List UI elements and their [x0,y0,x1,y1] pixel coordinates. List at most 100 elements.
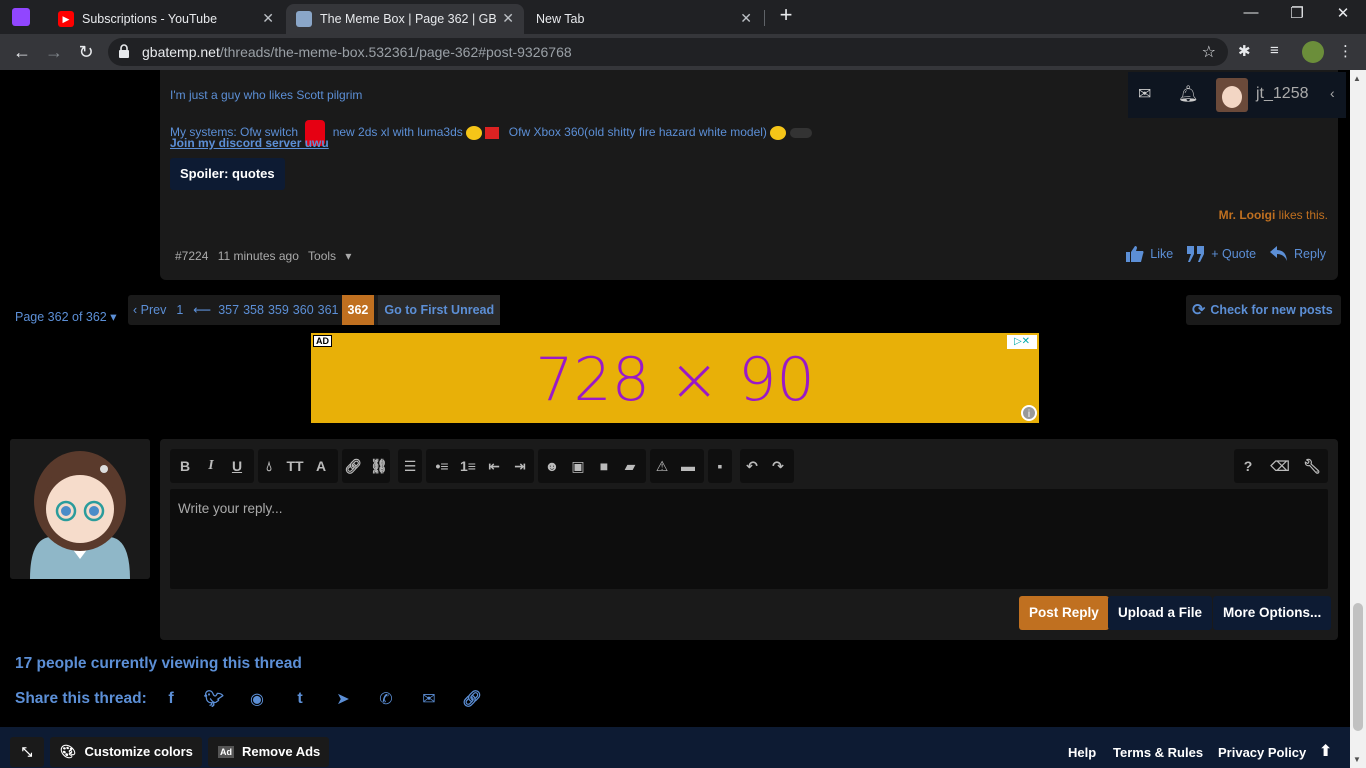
discord-link[interactable]: Join my discord server uwu [170,136,329,150]
image-icon[interactable]: ▣ [566,449,590,483]
spoiler-warning-icon[interactable]: ⚠ [650,449,674,483]
info-icon[interactable]: i [1021,405,1037,421]
avatar[interactable] [1216,78,1248,112]
outdent-icon[interactable]: ⇤ [482,449,506,483]
terms-link[interactable]: Terms & Rules [1113,745,1203,760]
quote-bubble-icon[interactable]: ▰ [618,449,642,483]
restore-button[interactable]: ❐ [1282,4,1312,22]
back-button[interactable]: ← [10,41,34,63]
text-color-icon[interactable]: 💧︎ [257,449,281,483]
chevron-left-icon[interactable]: ‹ [1330,85,1335,101]
tab-gbatemp[interactable]: The Meme Box | Page 362 | GBAtemp.net ✕ [286,4,524,34]
quote-button[interactable]: + Quote [1187,246,1256,262]
post-number[interactable]: #7224 [175,249,208,263]
close-tab-icon[interactable]: ✕ [740,10,752,27]
underline-icon[interactable]: U [225,449,249,483]
envelope-icon[interactable]: ✉ [1138,84,1151,104]
page-link[interactable]: 357 [216,295,241,325]
adchoices-icon[interactable]: ▷✕ [1007,335,1037,349]
post-time[interactable]: 11 minutes ago [218,249,299,263]
telegram-icon[interactable]: ➤ [332,688,354,710]
email-icon[interactable]: ✉ [418,688,440,710]
forward-button[interactable]: → [42,41,66,63]
upload-file-button[interactable]: Upload a File [1108,596,1213,630]
reply-button[interactable]: Reply [1270,246,1326,262]
ad-banner[interactable]: AD 728 × 90 ▷✕ i [311,333,1039,423]
folder-icon[interactable]: ▬ [676,449,700,483]
wrench-icon[interactable]: 🔧︎ [1300,449,1324,483]
facebook-icon[interactable]: f [160,688,182,710]
align-icon[interactable]: ☰ [398,449,422,483]
customize-colors-button[interactable]: 🎨︎ Customize colors [50,737,202,767]
reply-textarea[interactable]: Write your reply... [170,489,1328,589]
page-scrollbar[interactable]: ▲ ▼ [1350,70,1366,768]
tumblr-icon[interactable]: t [289,688,311,710]
viewing-count[interactable]: 17 people currently viewing this thread [15,655,302,673]
first-unread-link[interactable]: Go to First Unread [378,295,501,325]
page-link[interactable]: 361 [316,295,342,325]
numbered-list-icon[interactable]: 1≡ [456,449,480,483]
scrollbar-thumb[interactable] [1353,603,1363,731]
reload-button[interactable]: ↻ [74,41,98,63]
username[interactable]: jt_1258 [1256,85,1309,103]
smiley-icon[interactable]: ☻ [540,449,564,483]
bell-icon[interactable]: 🔔︎ [1178,84,1198,104]
bullet-list-icon[interactable]: •≡ [430,449,454,483]
new-tab-button[interactable]: + [771,2,801,28]
page-link[interactable]: 360 [291,295,316,325]
prev-page-link[interactable]: ‹ Prev [128,295,171,325]
arrow-up-icon[interactable]: ⬆ [1319,741,1332,761]
minimize-button[interactable]: — [1236,4,1266,21]
link-icon[interactable]: 🔗︎ [341,449,365,483]
undo-icon[interactable]: ↶ [740,449,764,483]
like-button[interactable]: Like [1126,246,1173,262]
scroll-down-arrow[interactable]: ▼ [1353,755,1361,764]
tab-new[interactable]: New Tab ✕ [526,4,762,34]
privacy-link[interactable]: Privacy Policy [1218,745,1306,760]
tab-youtube[interactable]: ▶ Subscriptions - YouTube ✕ [48,4,284,34]
italic-icon[interactable]: I [199,449,223,483]
footer: ⤡ 🎨︎ Customize colors Ad Remove Ads Help… [0,727,1350,768]
collapse-icon[interactable]: ⤡ [10,737,44,767]
unlink-icon[interactable]: ⛓ [367,449,391,483]
eraser-icon[interactable]: ⌫ [1268,449,1292,483]
help-icon[interactable]: ? [1236,449,1260,483]
bold-icon[interactable]: B [173,449,197,483]
page-link[interactable]: 358 [241,295,266,325]
menu-icon[interactable]: ⋮ [1338,42,1353,60]
browser-toolbar: ← → ↻ gbatemp.net/threads/the-meme-box.5… [0,34,1366,70]
twitter-icon[interactable]: 🐦︎ [203,688,225,710]
scroll-up-arrow[interactable]: ▲ [1353,74,1361,83]
close-window-button[interactable]: ✕ [1328,4,1358,22]
profile-avatar[interactable] [1302,41,1324,63]
post-reply-button[interactable]: Post Reply [1019,596,1109,630]
tools-menu[interactable]: Tools ▾ [308,249,357,263]
media-control-icon[interactable]: ≡ [1270,42,1279,59]
twitch-pinned-tab[interactable] [12,8,30,26]
indent-icon[interactable]: ⇥ [508,449,532,483]
link-icon[interactable]: 🔗︎ [461,688,483,710]
url-path: /threads/the-meme-box.532361/page-362#po… [219,44,572,60]
page-link[interactable]: 1 [171,295,188,325]
whatsapp-icon[interactable]: ✆ [375,688,397,710]
address-bar[interactable]: gbatemp.net/threads/the-meme-box.532361/… [108,38,1228,66]
liker-name[interactable]: Mr. Looigi [1219,208,1276,222]
arrow-left-icon[interactable]: ⟵ [188,295,216,325]
bookmark-star-icon[interactable]: ☆ [1202,42,1216,62]
reddit-icon[interactable]: ◉ [246,688,268,710]
redo-icon[interactable]: ↷ [766,449,790,483]
spoiler-button[interactable]: Spoiler: quotes [170,158,285,190]
page-jump-menu[interactable]: Page 362 of 362 ▾ [15,309,117,324]
video-icon[interactable]: ■ [592,449,616,483]
help-link[interactable]: Help [1068,745,1096,760]
save-draft-icon[interactable]: ▪ [708,449,732,483]
close-tab-icon[interactable]: ✕ [502,10,514,27]
remove-ads-button[interactable]: Ad Remove Ads [208,737,330,767]
extensions-icon[interactable]: ✱ [1238,42,1251,60]
check-new-posts-button[interactable]: ⟳ Check for new posts [1186,295,1341,325]
page-link[interactable]: 359 [266,295,291,325]
font-family-icon[interactable]: A [309,449,333,483]
font-size-icon[interactable]: TT [283,449,307,483]
more-options-button[interactable]: More Options... [1213,596,1332,630]
close-tab-icon[interactable]: ✕ [262,10,274,27]
